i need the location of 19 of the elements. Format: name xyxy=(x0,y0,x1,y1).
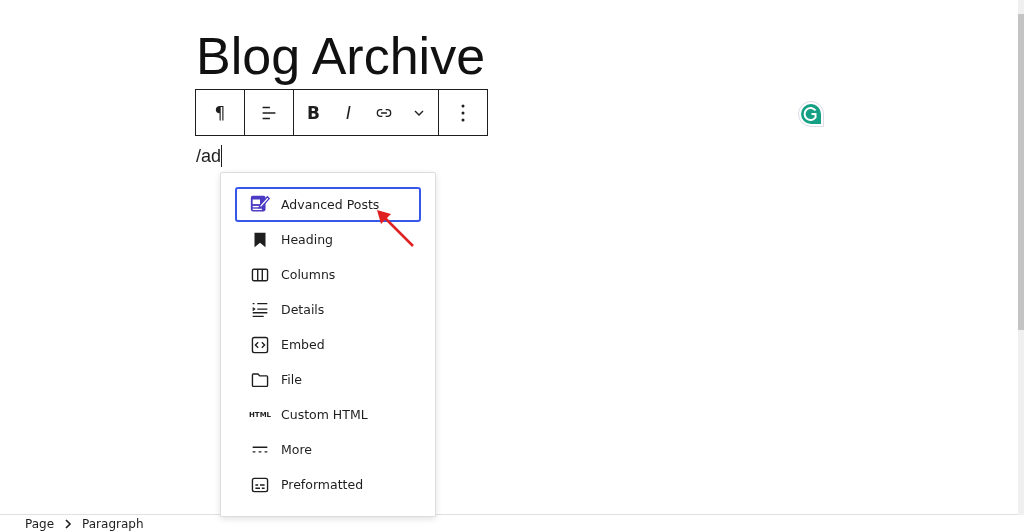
italic-button[interactable]: I xyxy=(331,90,366,135)
scrollbar-thumb[interactable] xyxy=(1018,14,1024,330)
breadcrumb-link[interactable]: Paragraph xyxy=(82,516,144,531)
scrollbar[interactable] xyxy=(1018,0,1024,515)
menu-item[interactable]: Details xyxy=(235,292,421,327)
menu-item[interactable]: More xyxy=(235,432,421,467)
badge-icon[interactable] xyxy=(797,100,825,128)
chevron-right-icon xyxy=(64,518,73,529)
menu-item[interactable]: Columns xyxy=(235,257,421,292)
menu-item[interactable]: Preformatted xyxy=(235,467,421,502)
more-vertical-icon xyxy=(460,102,466,123)
menu-item[interactable]: Heading xyxy=(235,222,421,257)
bold-button[interactable]: B xyxy=(296,90,331,135)
paragraph-button[interactable]: ¶ xyxy=(198,90,242,135)
menu-item[interactable]: Embed xyxy=(235,327,421,362)
paragraph-text[interactable]: /ad xyxy=(196,145,223,167)
menu-item[interactable]: File xyxy=(235,362,421,397)
breadcrumb-link[interactable]: Page xyxy=(25,516,55,531)
menu-item[interactable]: Advanced Posts xyxy=(235,187,421,222)
